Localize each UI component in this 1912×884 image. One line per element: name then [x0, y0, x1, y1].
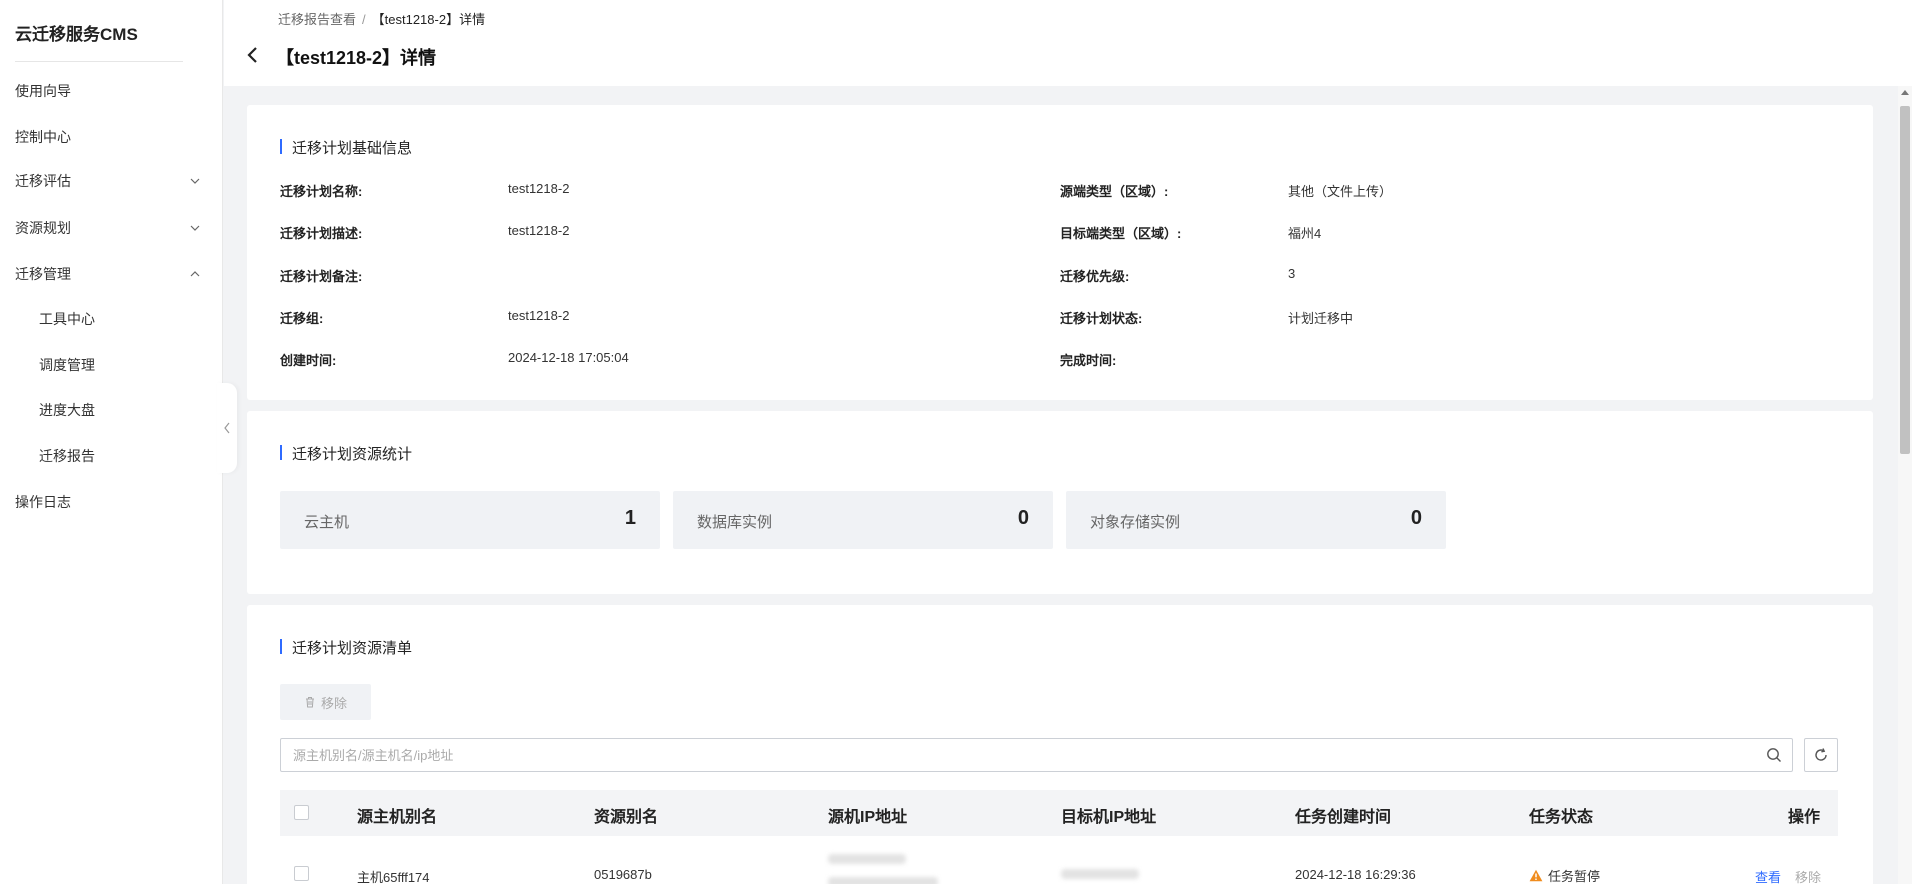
sidebar-item-operation-log[interactable]: 操作日志 — [0, 484, 222, 520]
redacted-source-ip — [828, 877, 938, 884]
column-header: 任务创建时间 — [1295, 809, 1392, 826]
trash-icon — [305, 697, 314, 708]
column-header: 任务状态 — [1529, 809, 1594, 826]
sidebar-item-progress-dashboard[interactable]: 进度大盘 — [0, 392, 222, 428]
cell-resource-alias: 0519687b — [594, 867, 652, 882]
sidebar-item-label: 迁移报告 — [39, 448, 95, 464]
migration-group-value: test1218-2 — [508, 308, 570, 323]
sidebar-collapse-toggle[interactable] — [217, 383, 237, 473]
column-header: 源机IP地址 — [828, 809, 908, 826]
table-header: 源主机别名 资源别名 源机IP地址 目标机IP地址 任务创建时间 任务状态 操作 — [280, 790, 1838, 836]
sidebar-item-label: 调度管理 — [39, 357, 95, 373]
warning-icon — [1529, 869, 1543, 882]
migration-group-label: 迁移组: — [280, 311, 324, 326]
source-type-value: 其他（文件上传） — [1288, 184, 1393, 199]
resource-list-title: 迁移计划资源清单 — [280, 637, 412, 658]
breadcrumb: 迁移报告查看 / 【test1218-2】详情 — [278, 9, 485, 28]
redacted-target-ip — [1061, 869, 1139, 879]
view-link[interactable]: 查看 — [1755, 867, 1781, 884]
stat-count: 0 — [1017, 507, 1029, 529]
column-header: 源主机别名 — [357, 809, 438, 826]
refresh-button[interactable] — [1804, 738, 1838, 772]
remove-button[interactable]: 移除 — [280, 684, 371, 720]
task-status-text: 任务暂停 — [1548, 869, 1601, 884]
chevron-left-icon — [224, 422, 230, 434]
sidebar-item-control-center[interactable]: 控制中心 — [0, 119, 222, 155]
target-type-value: 福州4 — [1288, 226, 1322, 241]
plan-remark-label: 迁移计划备注: — [280, 269, 363, 284]
search-box — [280, 738, 1793, 772]
stat-cloud-host: 云主机 1 — [280, 491, 660, 549]
basic-info-card: 迁移计划基础信息 迁移计划名称: test1218-2 迁移计划描述: test… — [247, 105, 1873, 400]
stat-count: 0 — [1410, 507, 1422, 529]
sidebar-item-label: 使用向导 — [15, 83, 71, 99]
search-input[interactable] — [281, 739, 1741, 771]
refresh-icon — [1815, 748, 1827, 761]
select-all-checkbox[interactable] — [294, 805, 309, 820]
priority-value: 3 — [1288, 266, 1296, 281]
stat-count: 1 — [624, 507, 636, 529]
cell-task-status: 任务暂停 — [1529, 866, 1600, 884]
scrollbar-thumb[interactable] — [1900, 106, 1910, 454]
plan-status-value: 计划迁移中 — [1288, 311, 1354, 326]
brand-divider — [15, 61, 183, 62]
create-time-value: 2024-12-18 17:05:04 — [508, 350, 629, 365]
stat-object-storage: 对象存储实例 0 — [1066, 491, 1446, 549]
resource-stats-card: 迁移计划资源统计 云主机 1 数据库实例 0 对象存储实例 0 — [247, 411, 1873, 594]
plan-desc-value: test1218-2 — [508, 223, 570, 238]
brand-title: 云迁移服务CMS — [15, 25, 138, 44]
sidebar-item-label: 迁移评估 — [15, 173, 71, 189]
breadcrumb-parent-link[interactable]: 迁移报告查看 — [278, 12, 356, 27]
stat-name: 对象存储实例 — [1090, 514, 1181, 531]
plan-desc-label: 迁移计划描述: — [280, 226, 363, 241]
plan-name-label: 迁移计划名称: — [280, 184, 363, 199]
chevron-down-icon — [190, 225, 200, 231]
basic-info-title: 迁移计划基础信息 — [280, 137, 412, 158]
sidebar-item-scheduling[interactable]: 调度管理 — [0, 347, 222, 383]
breadcrumb-current: 【test1218-2】详情 — [371, 12, 486, 27]
sidebar-item-assessment[interactable]: 迁移评估 — [0, 163, 222, 199]
row-checkbox[interactable] — [294, 866, 309, 881]
cell-create-time: 2024-12-18 16:29:36 — [1295, 867, 1416, 882]
finish-time-label: 完成时间: — [1060, 353, 1117, 368]
sidebar-item-label: 工具中心 — [39, 311, 95, 327]
chevron-down-icon — [190, 178, 200, 184]
plan-name-value: test1218-2 — [508, 181, 570, 196]
sidebar-item-label: 进度大盘 — [39, 402, 95, 418]
sidebar-item-label: 资源规划 — [15, 220, 71, 236]
chevron-up-icon — [190, 271, 200, 277]
stat-name: 云主机 — [304, 514, 350, 531]
sidebar-item-resource-planning[interactable]: 资源规划 — [0, 210, 222, 246]
remove-button-label: 移除 — [320, 695, 347, 711]
breadcrumb-separator: / — [362, 12, 366, 27]
redacted-source-ip — [828, 854, 906, 864]
column-header: 目标机IP地址 — [1061, 809, 1157, 826]
stat-database-instance: 数据库实例 0 — [673, 491, 1053, 549]
sidebar-item-tool-center[interactable]: 工具中心 — [0, 301, 222, 337]
back-arrow-icon[interactable] — [246, 46, 260, 64]
sidebar-item-label: 操作日志 — [15, 494, 71, 510]
priority-label: 迁移优先级: — [1060, 269, 1130, 284]
resource-list-card: 迁移计划资源清单 移除 源主机别名 资源别名 源机IP地址 目标机IP地址 任务… — [247, 605, 1873, 884]
scroll-up-arrow-icon[interactable] — [1901, 90, 1909, 95]
page-header: 迁移报告查看 / 【test1218-2】详情 【test1218-2】详情 — [224, 0, 1912, 86]
sidebar-item-label: 控制中心 — [15, 129, 71, 145]
page-title: 【test1218-2】详情 — [276, 48, 437, 68]
cell-host-alias: 主机65fff174 — [357, 870, 430, 884]
sidebar-item-migration-report[interactable]: 迁移报告 — [0, 438, 222, 474]
column-header: 操作 — [1788, 809, 1821, 826]
stat-name: 数据库实例 — [697, 514, 773, 531]
sidebar: 云迁移服务CMS 使用向导 控制中心 迁移评估 资源规划 迁移管理 工具中心 调… — [0, 0, 223, 884]
remove-link[interactable]: 移除 — [1795, 867, 1821, 884]
sidebar-item-label: 迁移管理 — [15, 266, 71, 282]
column-header: 资源别名 — [594, 809, 659, 826]
resource-stats-title: 迁移计划资源统计 — [280, 443, 412, 464]
sidebar-item-guide[interactable]: 使用向导 — [0, 73, 222, 109]
target-type-label: 目标端类型（区域）: — [1060, 226, 1182, 241]
search-icon[interactable] — [1766, 747, 1782, 763]
source-type-label: 源端类型（区域）: — [1060, 184, 1169, 199]
sidebar-item-migration-management[interactable]: 迁移管理 — [0, 256, 222, 292]
plan-status-label: 迁移计划状态: — [1060, 311, 1143, 326]
create-time-label: 创建时间: — [280, 353, 337, 368]
